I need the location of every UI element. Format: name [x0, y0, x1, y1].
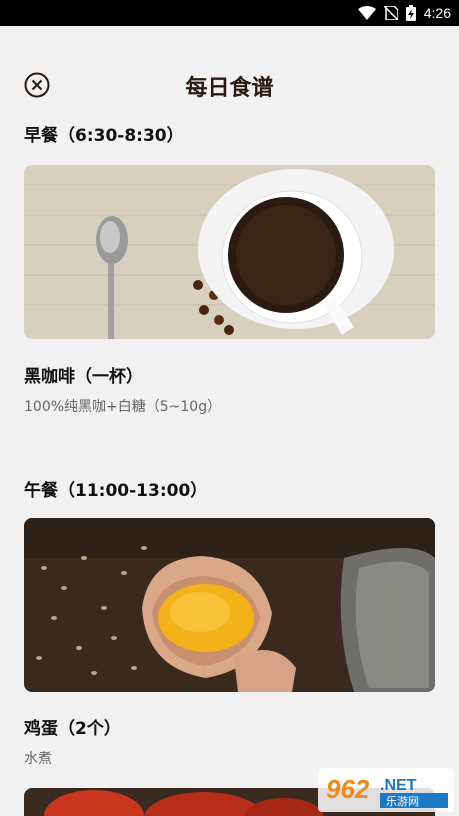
food-desc-lunch: 水煮 [24, 751, 52, 767]
watermark-number: 962 [326, 774, 370, 804]
status-bar: 4:26 [0, 0, 459, 26]
page-title: 每日食谱 [185, 76, 274, 101]
meal-title-lunch: 午餐（11:00-13:00） [24, 481, 208, 501]
meal-title-breakfast: 早餐（6:30-8:30） [24, 126, 184, 146]
clock: 4:26 [423, 5, 451, 21]
no-sim-icon [383, 6, 398, 20]
watermark-net: .NET [380, 777, 417, 794]
food-desc-breakfast: 100%纯黑咖+白糖（5~10g） [24, 399, 222, 415]
battery-charging-icon [405, 5, 416, 21]
watermark-site: 乐游网 [386, 795, 419, 808]
header: 每日食谱 [0, 60, 459, 110]
wifi-icon [357, 6, 376, 20]
food-name-lunch: 鸡蛋（2个） [24, 719, 121, 739]
black-coffee-photo [24, 165, 435, 339]
food-name-breakfast: 黑咖啡（一杯） [24, 367, 143, 387]
boiled-egg-photo [24, 518, 435, 692]
site-watermark: 962 .NET 乐游网 [318, 768, 454, 812]
